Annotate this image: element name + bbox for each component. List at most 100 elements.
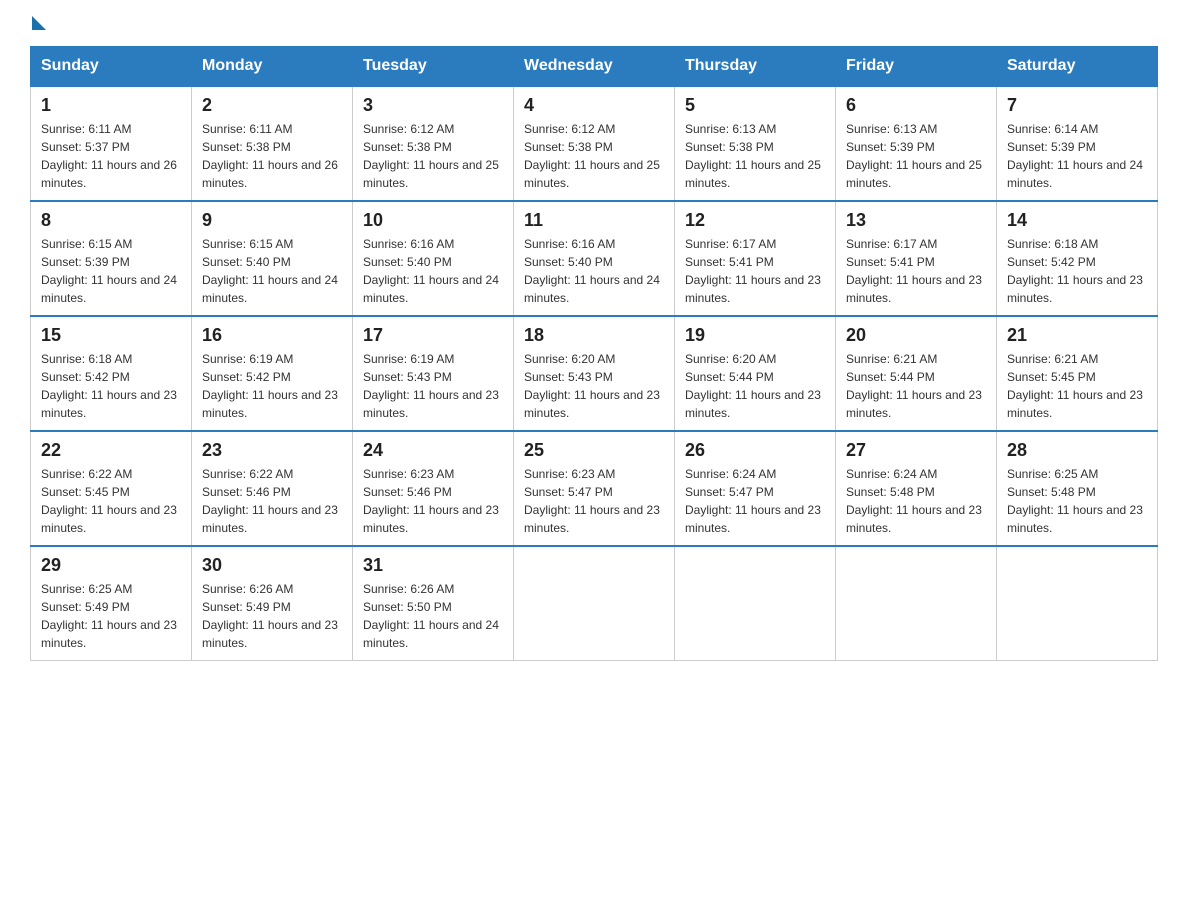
calendar-cell: 31 Sunrise: 6:26 AMSunset: 5:50 PMDaylig… [353, 546, 514, 661]
day-info: Sunrise: 6:19 AMSunset: 5:43 PMDaylight:… [363, 352, 499, 420]
calendar-cell: 20 Sunrise: 6:21 AMSunset: 5:44 PMDaylig… [836, 316, 997, 431]
header-row: SundayMondayTuesdayWednesdayThursdayFrid… [31, 47, 1158, 87]
day-info: Sunrise: 6:12 AMSunset: 5:38 PMDaylight:… [363, 122, 499, 190]
calendar-cell: 28 Sunrise: 6:25 AMSunset: 5:48 PMDaylig… [997, 431, 1158, 546]
day-number: 19 [685, 325, 825, 346]
calendar-cell: 14 Sunrise: 6:18 AMSunset: 5:42 PMDaylig… [997, 201, 1158, 316]
header-friday: Friday [836, 47, 997, 87]
calendar-cell: 13 Sunrise: 6:17 AMSunset: 5:41 PMDaylig… [836, 201, 997, 316]
day-number: 23 [202, 440, 342, 461]
day-info: Sunrise: 6:26 AMSunset: 5:49 PMDaylight:… [202, 582, 338, 650]
day-number: 18 [524, 325, 664, 346]
calendar-cell: 30 Sunrise: 6:26 AMSunset: 5:49 PMDaylig… [192, 546, 353, 661]
calendar-cell: 27 Sunrise: 6:24 AMSunset: 5:48 PMDaylig… [836, 431, 997, 546]
day-info: Sunrise: 6:20 AMSunset: 5:43 PMDaylight:… [524, 352, 660, 420]
day-number: 24 [363, 440, 503, 461]
week-row-4: 22 Sunrise: 6:22 AMSunset: 5:45 PMDaylig… [31, 431, 1158, 546]
calendar-cell: 22 Sunrise: 6:22 AMSunset: 5:45 PMDaylig… [31, 431, 192, 546]
day-number: 5 [685, 95, 825, 116]
calendar-cell: 19 Sunrise: 6:20 AMSunset: 5:44 PMDaylig… [675, 316, 836, 431]
week-row-1: 1 Sunrise: 6:11 AMSunset: 5:37 PMDayligh… [31, 86, 1158, 201]
calendar-cell: 8 Sunrise: 6:15 AMSunset: 5:39 PMDayligh… [31, 201, 192, 316]
day-info: Sunrise: 6:19 AMSunset: 5:42 PMDaylight:… [202, 352, 338, 420]
calendar-cell: 1 Sunrise: 6:11 AMSunset: 5:37 PMDayligh… [31, 86, 192, 201]
day-number: 3 [363, 95, 503, 116]
day-info: Sunrise: 6:16 AMSunset: 5:40 PMDaylight:… [363, 237, 499, 305]
day-info: Sunrise: 6:14 AMSunset: 5:39 PMDaylight:… [1007, 122, 1143, 190]
day-number: 21 [1007, 325, 1147, 346]
day-info: Sunrise: 6:25 AMSunset: 5:48 PMDaylight:… [1007, 467, 1143, 535]
calendar-cell: 17 Sunrise: 6:19 AMSunset: 5:43 PMDaylig… [353, 316, 514, 431]
day-number: 22 [41, 440, 181, 461]
day-info: Sunrise: 6:24 AMSunset: 5:47 PMDaylight:… [685, 467, 821, 535]
day-number: 10 [363, 210, 503, 231]
day-number: 6 [846, 95, 986, 116]
calendar-cell: 26 Sunrise: 6:24 AMSunset: 5:47 PMDaylig… [675, 431, 836, 546]
day-info: Sunrise: 6:16 AMSunset: 5:40 PMDaylight:… [524, 237, 660, 305]
day-info: Sunrise: 6:22 AMSunset: 5:46 PMDaylight:… [202, 467, 338, 535]
day-number: 28 [1007, 440, 1147, 461]
calendar-cell: 10 Sunrise: 6:16 AMSunset: 5:40 PMDaylig… [353, 201, 514, 316]
calendar-cell: 25 Sunrise: 6:23 AMSunset: 5:47 PMDaylig… [514, 431, 675, 546]
calendar-cell [836, 546, 997, 661]
week-row-5: 29 Sunrise: 6:25 AMSunset: 5:49 PMDaylig… [31, 546, 1158, 661]
header-monday: Monday [192, 47, 353, 87]
day-info: Sunrise: 6:24 AMSunset: 5:48 PMDaylight:… [846, 467, 982, 535]
day-number: 8 [41, 210, 181, 231]
calendar-cell: 15 Sunrise: 6:18 AMSunset: 5:42 PMDaylig… [31, 316, 192, 431]
day-info: Sunrise: 6:20 AMSunset: 5:44 PMDaylight:… [685, 352, 821, 420]
calendar-cell: 3 Sunrise: 6:12 AMSunset: 5:38 PMDayligh… [353, 86, 514, 201]
header-saturday: Saturday [997, 47, 1158, 87]
calendar-cell: 18 Sunrise: 6:20 AMSunset: 5:43 PMDaylig… [514, 316, 675, 431]
calendar-cell: 24 Sunrise: 6:23 AMSunset: 5:46 PMDaylig… [353, 431, 514, 546]
calendar-cell [514, 546, 675, 661]
day-number: 29 [41, 555, 181, 576]
calendar-cell [675, 546, 836, 661]
day-number: 26 [685, 440, 825, 461]
calendar-cell: 9 Sunrise: 6:15 AMSunset: 5:40 PMDayligh… [192, 201, 353, 316]
calendar-header: SundayMondayTuesdayWednesdayThursdayFrid… [31, 47, 1158, 87]
day-info: Sunrise: 6:23 AMSunset: 5:46 PMDaylight:… [363, 467, 499, 535]
day-info: Sunrise: 6:18 AMSunset: 5:42 PMDaylight:… [41, 352, 177, 420]
day-info: Sunrise: 6:21 AMSunset: 5:44 PMDaylight:… [846, 352, 982, 420]
day-number: 11 [524, 210, 664, 231]
calendar-cell: 16 Sunrise: 6:19 AMSunset: 5:42 PMDaylig… [192, 316, 353, 431]
day-info: Sunrise: 6:17 AMSunset: 5:41 PMDaylight:… [846, 237, 982, 305]
day-info: Sunrise: 6:15 AMSunset: 5:40 PMDaylight:… [202, 237, 338, 305]
day-number: 20 [846, 325, 986, 346]
day-info: Sunrise: 6:13 AMSunset: 5:39 PMDaylight:… [846, 122, 982, 190]
day-number: 15 [41, 325, 181, 346]
day-number: 1 [41, 95, 181, 116]
day-number: 14 [1007, 210, 1147, 231]
calendar-cell: 29 Sunrise: 6:25 AMSunset: 5:49 PMDaylig… [31, 546, 192, 661]
day-number: 4 [524, 95, 664, 116]
calendar-table: SundayMondayTuesdayWednesdayThursdayFrid… [30, 46, 1158, 661]
day-info: Sunrise: 6:15 AMSunset: 5:39 PMDaylight:… [41, 237, 177, 305]
calendar-cell: 7 Sunrise: 6:14 AMSunset: 5:39 PMDayligh… [997, 86, 1158, 201]
day-number: 25 [524, 440, 664, 461]
calendar-body: 1 Sunrise: 6:11 AMSunset: 5:37 PMDayligh… [31, 86, 1158, 661]
header-sunday: Sunday [31, 47, 192, 87]
day-number: 30 [202, 555, 342, 576]
day-number: 13 [846, 210, 986, 231]
calendar-cell: 4 Sunrise: 6:12 AMSunset: 5:38 PMDayligh… [514, 86, 675, 201]
day-number: 12 [685, 210, 825, 231]
day-info: Sunrise: 6:22 AMSunset: 5:45 PMDaylight:… [41, 467, 177, 535]
header-wednesday: Wednesday [514, 47, 675, 87]
day-info: Sunrise: 6:12 AMSunset: 5:38 PMDaylight:… [524, 122, 660, 190]
calendar-cell: 11 Sunrise: 6:16 AMSunset: 5:40 PMDaylig… [514, 201, 675, 316]
calendar-cell: 23 Sunrise: 6:22 AMSunset: 5:46 PMDaylig… [192, 431, 353, 546]
day-info: Sunrise: 6:17 AMSunset: 5:41 PMDaylight:… [685, 237, 821, 305]
day-number: 7 [1007, 95, 1147, 116]
day-info: Sunrise: 6:26 AMSunset: 5:50 PMDaylight:… [363, 582, 499, 650]
day-info: Sunrise: 6:18 AMSunset: 5:42 PMDaylight:… [1007, 237, 1143, 305]
day-info: Sunrise: 6:25 AMSunset: 5:49 PMDaylight:… [41, 582, 177, 650]
calendar-cell: 12 Sunrise: 6:17 AMSunset: 5:41 PMDaylig… [675, 201, 836, 316]
calendar-cell [997, 546, 1158, 661]
day-info: Sunrise: 6:13 AMSunset: 5:38 PMDaylight:… [685, 122, 821, 190]
day-number: 16 [202, 325, 342, 346]
calendar-cell: 6 Sunrise: 6:13 AMSunset: 5:39 PMDayligh… [836, 86, 997, 201]
day-number: 31 [363, 555, 503, 576]
header-thursday: Thursday [675, 47, 836, 87]
header-tuesday: Tuesday [353, 47, 514, 87]
